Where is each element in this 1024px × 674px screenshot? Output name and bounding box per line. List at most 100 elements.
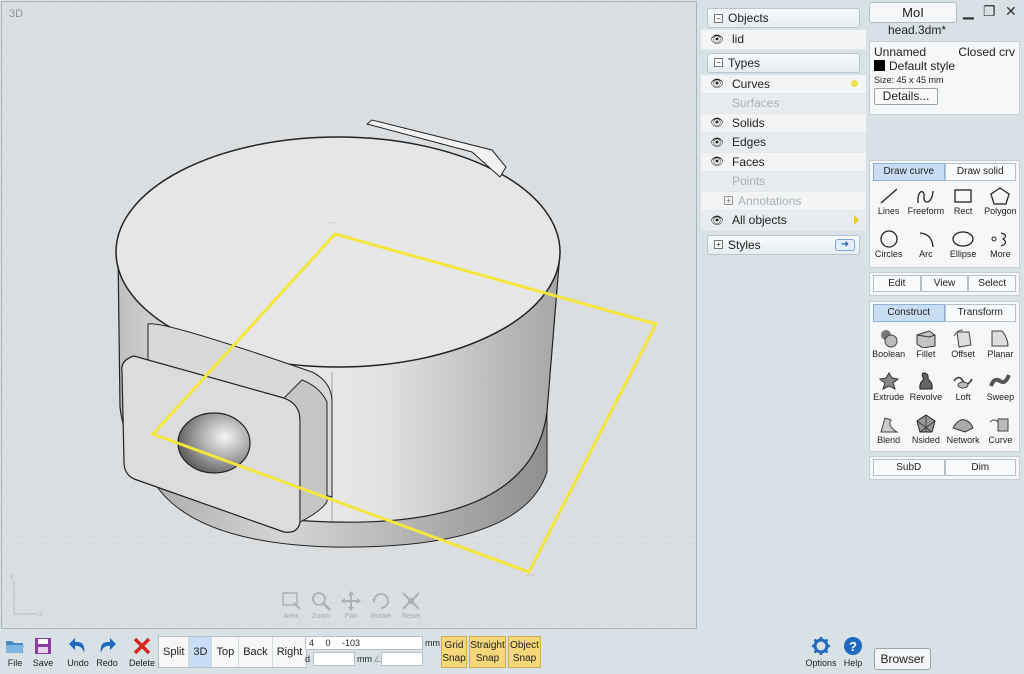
- viewport-scene[interactable]: ⌒ ⌒: [2, 2, 697, 629]
- view-3d[interactable]: 3D: [189, 637, 213, 667]
- subd-button[interactable]: SubD: [873, 459, 945, 476]
- revolve-icon: [919, 372, 933, 390]
- svg-text:?: ?: [849, 639, 857, 654]
- network-tool[interactable]: Network: [945, 410, 982, 453]
- arrow-right-icon[interactable]: ➜: [835, 238, 855, 251]
- distance-input[interactable]: [313, 652, 356, 666]
- object-row-lid[interactable]: 👁 lid: [701, 30, 866, 50]
- view-back[interactable]: Back: [239, 637, 273, 667]
- delete-icon: [133, 637, 151, 655]
- circles-tool[interactable]: Circles: [870, 226, 907, 269]
- scene-browser: − Objects 👁 lid − Types 👁 Curves Surface…: [701, 8, 866, 268]
- nsided-tool[interactable]: Nsided: [907, 410, 944, 453]
- area-zoom-icon: [282, 592, 301, 610]
- view-button[interactable]: View: [920, 275, 969, 292]
- object-name[interactable]: Unnamed: [874, 45, 926, 59]
- tab-draw-curve[interactable]: Draw curve: [873, 163, 945, 181]
- extrude-tool[interactable]: Extrude: [870, 367, 907, 410]
- view-split[interactable]: Split: [159, 637, 190, 667]
- pan-tool[interactable]: Pan: [338, 590, 364, 620]
- angle-input[interactable]: [381, 652, 424, 666]
- lines-tool[interactable]: Lines: [870, 183, 907, 226]
- objects-section-header[interactable]: − Objects: [707, 8, 860, 28]
- blend-icon: [879, 417, 899, 433]
- more-tool[interactable]: More: [982, 226, 1019, 269]
- file-button[interactable]: File: [0, 636, 30, 668]
- type-row-edges[interactable]: 👁 Edges: [701, 133, 866, 153]
- eye-icon[interactable]: 👁: [710, 155, 724, 168]
- pan-icon: [341, 591, 361, 611]
- tab-construct[interactable]: Construct: [873, 304, 945, 322]
- view-right[interactable]: Right: [273, 637, 307, 667]
- delete-button[interactable]: Delete: [127, 636, 157, 668]
- type-row-solids[interactable]: 👁 Solids: [701, 113, 866, 133]
- arc-tool[interactable]: Arc: [907, 226, 944, 269]
- tab-transform[interactable]: Transform: [944, 304, 1016, 322]
- view-top[interactable]: Top: [212, 637, 240, 667]
- undo-button[interactable]: Undo: [63, 636, 93, 668]
- sweep-tool[interactable]: Sweep: [982, 367, 1019, 410]
- straight-snap-toggle[interactable]: Straight Snap: [469, 636, 506, 668]
- close-icon[interactable]: ✕: [1005, 3, 1017, 20]
- planar-icon: [991, 330, 1009, 347]
- eye-icon[interactable]: 👁: [710, 33, 724, 46]
- style-selector[interactable]: Default style: [874, 59, 1015, 73]
- moi-menu-button[interactable]: MoI: [869, 2, 957, 23]
- select-button[interactable]: Select: [968, 275, 1017, 292]
- zoom-tool[interactable]: Zoom: [308, 590, 334, 620]
- dim-button[interactable]: Dim: [944, 459, 1016, 476]
- planar-tool[interactable]: Planar: [982, 324, 1019, 367]
- ellipse-tool[interactable]: Ellipse: [945, 226, 982, 269]
- type-row-surfaces[interactable]: Surfaces: [701, 94, 866, 114]
- reset-tool[interactable]: Reset: [398, 590, 424, 620]
- edit-button[interactable]: Edit: [873, 275, 921, 292]
- rect-tool[interactable]: Rect: [945, 183, 982, 226]
- curve-tool[interactable]: Curve: [982, 410, 1019, 453]
- rect-icon: [954, 189, 972, 203]
- rotate-tool[interactable]: Rotate: [368, 590, 394, 620]
- type-row-curves[interactable]: 👁 Curves: [701, 74, 866, 94]
- offset-tool[interactable]: Offset: [945, 324, 982, 367]
- loft-tool[interactable]: Loft: [945, 367, 982, 410]
- save-button[interactable]: Save: [28, 636, 58, 668]
- types-section-header[interactable]: − Types: [707, 52, 860, 73]
- options-button[interactable]: Options: [804, 636, 838, 668]
- offset-icon: [953, 329, 972, 348]
- loft-icon: [953, 376, 973, 389]
- eye-icon[interactable]: 👁: [710, 136, 724, 149]
- expand-icon[interactable]: +: [724, 196, 733, 206]
- style-swatch: [874, 60, 885, 71]
- coordinate-input[interactable]: 4 0 -103: [305, 636, 423, 650]
- object-snap-toggle[interactable]: Object Snap: [508, 636, 541, 668]
- browser-button[interactable]: Browser: [874, 648, 931, 670]
- tab-draw-solid[interactable]: Draw solid: [944, 163, 1016, 181]
- blend-tool[interactable]: Blend: [870, 410, 907, 453]
- freeform-tool[interactable]: Freeform: [907, 183, 944, 226]
- type-row-annotations[interactable]: + Annotations: [701, 191, 866, 211]
- type-row-faces[interactable]: 👁 Faces: [701, 152, 866, 172]
- boolean-tool[interactable]: Boolean: [870, 324, 907, 367]
- object-size: Size: 45 x 45 mm: [874, 75, 944, 85]
- area-zoom-tool[interactable]: Area: [278, 590, 304, 620]
- redo-button[interactable]: Redo: [92, 636, 122, 668]
- details-button[interactable]: Details...: [874, 88, 938, 105]
- maximize-icon[interactable]: ❐: [983, 3, 996, 20]
- curve-icon: [990, 418, 1009, 432]
- type-row-points[interactable]: Points: [701, 172, 866, 192]
- eye-icon[interactable]: 👁: [710, 77, 724, 90]
- construct-panel: Construct Transform Boolean Fillet Offse…: [869, 301, 1020, 452]
- object-type: Closed crv: [958, 45, 1015, 59]
- polygon-tool[interactable]: Polygon: [982, 183, 1019, 226]
- help-button[interactable]: ? Help: [838, 636, 868, 668]
- 3d-viewport[interactable]: ⌒ ⌒ 3D y x Area Zoom Pan Rotate Reset: [1, 1, 697, 629]
- folder-icon: [6, 641, 24, 653]
- revolve-tool[interactable]: Revolve: [907, 367, 944, 410]
- svg-text:x: x: [39, 609, 43, 618]
- type-row-all-objects[interactable]: 👁 All objects: [701, 211, 866, 231]
- fillet-tool[interactable]: Fillet: [907, 324, 944, 367]
- eye-icon[interactable]: 👁: [710, 214, 724, 227]
- grid-snap-toggle[interactable]: Grid Snap: [441, 636, 467, 668]
- styles-section-header[interactable]: + Styles ➜: [707, 234, 860, 255]
- eye-icon[interactable]: 👁: [710, 116, 724, 129]
- minimize-icon[interactable]: ▁: [963, 3, 974, 20]
